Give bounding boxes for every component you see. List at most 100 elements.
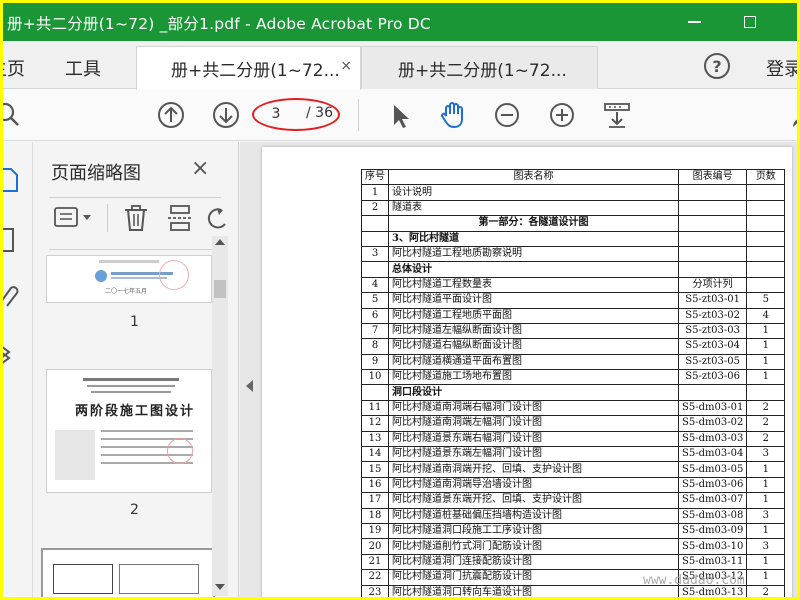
table-cell: S5-dm03-11 bbox=[677, 553, 748, 571]
table-cell: S5-dm03-05 bbox=[677, 461, 748, 478]
page-thumbnail-1[interactable]: 二〇一七年五月 bbox=[47, 256, 211, 302]
table-cell: 阿比村隧道左幅纵断面设计图 bbox=[388, 322, 679, 340]
table-cell: S5-dm03-02 bbox=[677, 415, 748, 432]
pdf-page: 序号 图表名称 图表编号 页数 1 设计说明 2 隧道表 第一部分：各隧道设计图 3、阿比… bbox=[262, 147, 792, 597]
table-cell: S5-dm03-04 bbox=[677, 446, 748, 463]
table-header-row: 序号 图表名称 图表编号 页数 bbox=[361, 168, 786, 186]
table-cell: S5-dm03-06 bbox=[677, 476, 748, 494]
thumbnail-heading: 两阶段施工图设计 bbox=[75, 404, 196, 419]
thumbnail-seal bbox=[167, 438, 193, 464]
login-link[interactable]: 登录 bbox=[766, 55, 797, 81]
thumbnail-panel: 页面缩略图 × 二〇一七年五月 1 两阶段施工图设计 2 bbox=[33, 142, 239, 597]
zoom-out-icon[interactable] bbox=[491, 99, 523, 131]
table-cell: 阿比村隧道右幅纵断面设计图 bbox=[388, 338, 679, 355]
rotate-page-icon[interactable] bbox=[207, 206, 227, 232]
toolbar-separator bbox=[358, 99, 359, 131]
page-down-icon[interactable] bbox=[210, 99, 242, 131]
layers-icon[interactable] bbox=[3, 340, 21, 368]
page-thumbnail-3-selected[interactable] bbox=[43, 550, 213, 597]
page-up-icon[interactable] bbox=[155, 99, 187, 131]
attachments-icon[interactable] bbox=[3, 282, 21, 310]
table-row: 12 阿比村隧道南洞端左幅洞门设计图 S5-dm03-02 2 bbox=[361, 415, 786, 432]
search-icon[interactable] bbox=[3, 99, 25, 131]
table-cell: 阿比村隧道景东端开挖、回填、支护设计图 bbox=[388, 492, 679, 509]
table-cell: 16 bbox=[361, 476, 389, 494]
bookmarks-icon[interactable] bbox=[3, 226, 21, 254]
scroll-up-icon[interactable] bbox=[215, 239, 225, 245]
extract-page-icon[interactable] bbox=[167, 204, 193, 232]
delete-page-icon[interactable] bbox=[123, 204, 149, 232]
table-cell: 3 bbox=[361, 245, 389, 263]
acrobat-window: 册+共二分册(1~72) _部分1.pdf - Adobe Acrobat Pr… bbox=[3, 3, 797, 597]
table-row: 总体设计 bbox=[361, 261, 786, 278]
document-tab-inactive[interactable]: 册+共二分册(1~72... bbox=[361, 46, 598, 90]
table-cell bbox=[677, 245, 748, 263]
table-cell: 21 bbox=[361, 553, 389, 571]
thumbnail-number: 2 bbox=[130, 502, 139, 518]
table-row: 21 阿比村隧道洞门连接配筋设计图 S5-dm03-11 1 bbox=[361, 553, 786, 571]
panel-divider bbox=[49, 197, 221, 198]
toolbar: 3 / 36 bbox=[3, 89, 797, 141]
table-cell: S5-dm03-07 bbox=[677, 492, 748, 509]
table-row: 9 阿比村隧道横通道平面布置图 S5-zt03-05 1 bbox=[361, 353, 786, 371]
table-row: 19 阿比村隧道洞口段施工工序设计图 S5-dm03-09 1 bbox=[361, 522, 786, 540]
table-row: 20 阿比村隧道削竹式洞门配筋设计图 S5-dm03-10 3 bbox=[361, 538, 786, 555]
document-view[interactable]: 序号 图表名称 图表编号 页数 1 设计说明 2 隧道表 第一部分：各隧道设计图 3、阿比… bbox=[240, 142, 797, 597]
table-cell: 8 bbox=[361, 338, 389, 355]
table-cell bbox=[746, 245, 786, 263]
table-cell: 阿比村隧道施工场地布置图 bbox=[388, 369, 679, 386]
table-cell: 12 bbox=[361, 415, 389, 432]
header-cell: 序号 bbox=[361, 168, 389, 186]
options-menu-icon[interactable] bbox=[53, 206, 95, 230]
table-cell: 1 bbox=[746, 353, 786, 371]
menu-home[interactable]: 主页 bbox=[3, 55, 25, 81]
close-panel-icon[interactable]: × bbox=[191, 156, 209, 181]
thumbnail-scrollbar[interactable] bbox=[212, 236, 228, 596]
table-row: 13 阿比村隧道景东端右幅洞门设计图 S5-dm03-03 2 bbox=[361, 430, 786, 448]
help-icon[interactable]: ? bbox=[704, 53, 730, 79]
table-cell: 1 bbox=[746, 476, 786, 494]
table-cell: 18 bbox=[361, 507, 389, 524]
table-cell: 2 bbox=[746, 399, 786, 417]
share-icon[interactable] bbox=[787, 99, 797, 131]
scrollbar-thumb[interactable] bbox=[214, 280, 226, 298]
table-cell bbox=[677, 261, 748, 278]
table-cell bbox=[746, 276, 786, 294]
table-cell: 17 bbox=[361, 492, 389, 509]
page-thumbnail-2[interactable]: 两阶段施工图设计 bbox=[47, 370, 211, 492]
table-cell: 阿比村隧道洞口段施工工序设计图 bbox=[388, 522, 679, 540]
document-tab-active[interactable]: 册+共二分册(1~72... × bbox=[136, 46, 361, 90]
table-cell: 22 bbox=[361, 569, 389, 586]
table-cell: 2 bbox=[361, 199, 389, 217]
page-highlight-annotation bbox=[252, 98, 340, 131]
table-cell: 阿比村隧道洞门抗震配筋设计图 bbox=[388, 569, 679, 586]
table-cell: 4 bbox=[746, 307, 786, 324]
table-row: 洞口段设计 bbox=[361, 384, 786, 401]
table-row: 10 阿比村隧道施工场地布置图 S5-zt03-06 1 bbox=[361, 369, 786, 386]
hand-tool-icon[interactable] bbox=[437, 99, 469, 131]
panel-divider bbox=[49, 249, 221, 250]
table-cell: 2 bbox=[746, 430, 786, 448]
thumbnail-text-line bbox=[101, 430, 193, 432]
collapse-panel-icon[interactable] bbox=[246, 380, 253, 392]
table-row: 3 阿比村隧道工程地质勘察说明 bbox=[361, 245, 786, 263]
table-cell bbox=[746, 261, 786, 278]
document-tab-label: 册+共二分册(1~72... bbox=[398, 61, 567, 81]
select-cursor-icon[interactable] bbox=[384, 99, 416, 131]
page-thumbnails-icon[interactable] bbox=[3, 166, 21, 194]
scroll-down-icon[interactable] bbox=[215, 584, 225, 590]
table-cell bbox=[677, 184, 748, 201]
tab-bar: 主页 工具 册+共二分册(1~72... × 册+共二分册(1~72... ? … bbox=[3, 41, 797, 90]
maximize-button[interactable] bbox=[723, 3, 777, 41]
scroll-mode-icon[interactable] bbox=[601, 99, 633, 131]
thumbnail-text-line bbox=[87, 385, 175, 387]
close-tab-icon[interactable]: × bbox=[340, 58, 352, 74]
table-cell bbox=[361, 230, 389, 247]
menu-tools[interactable]: 工具 bbox=[65, 55, 101, 81]
minimize-button[interactable] bbox=[667, 3, 721, 41]
zoom-in-icon[interactable] bbox=[546, 99, 578, 131]
table-row: 3、阿比村隧道 bbox=[361, 230, 786, 247]
table-row: 4 阿比村隧道工程数量表 分项计列 bbox=[361, 276, 786, 294]
table-cell: S5-zt03-06 bbox=[677, 369, 748, 386]
table-row: 1 设计说明 bbox=[361, 184, 786, 201]
